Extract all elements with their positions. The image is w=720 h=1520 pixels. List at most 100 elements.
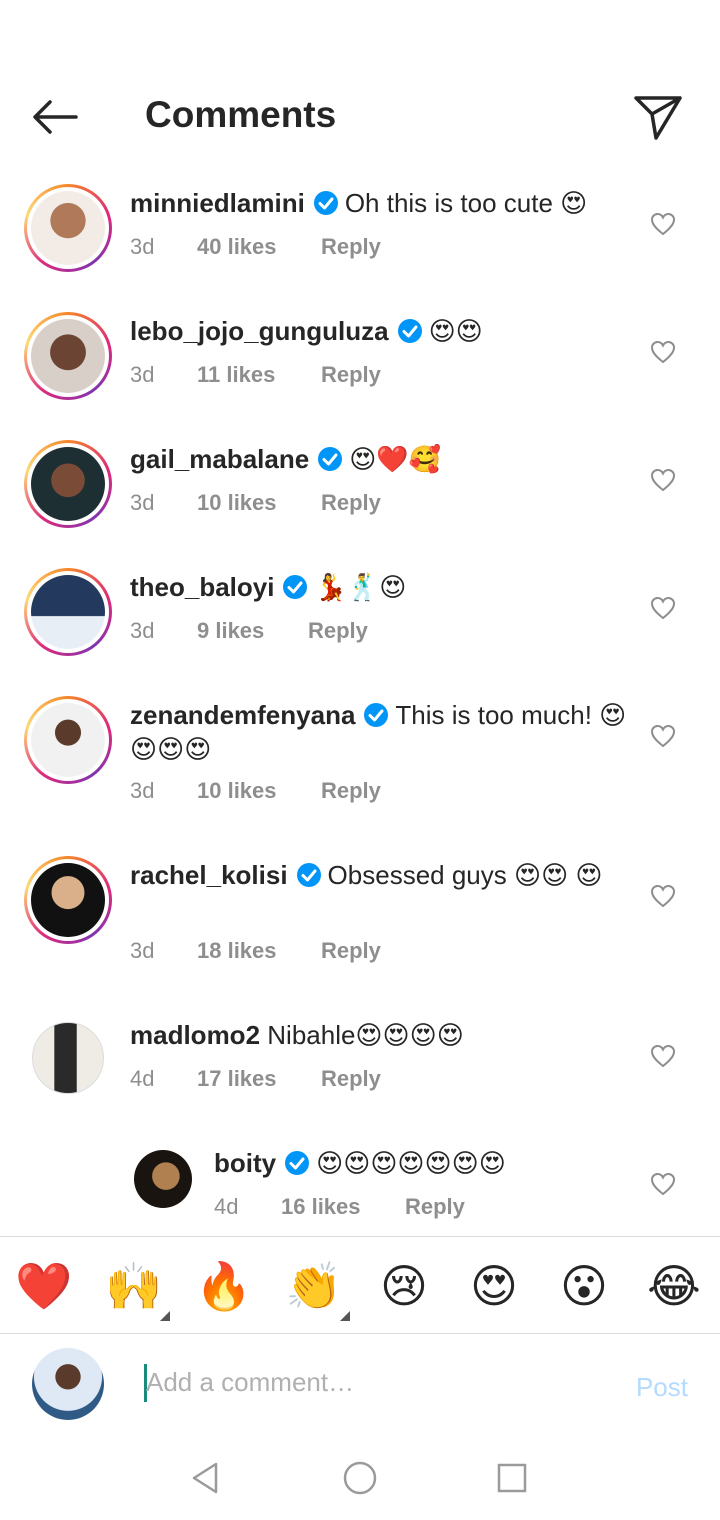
reaction-raised-hands[interactable]: 🙌 <box>104 1259 164 1313</box>
comment-age: 3d <box>130 362 155 387</box>
avatar[interactable] <box>24 696 112 784</box>
reply-button[interactable]: Reply <box>321 234 381 260</box>
heart-icon[interactable] <box>650 1172 676 1196</box>
heart-icon[interactable] <box>650 1044 676 1068</box>
avatar[interactable] <box>24 184 112 272</box>
comment-username[interactable]: theo_baloyi <box>130 572 274 602</box>
comment-username[interactable]: minniedlamini <box>130 188 305 218</box>
nav-recents-icon[interactable] <box>492 1458 532 1498</box>
comments-list: minniedlamini Oh this is too cute 😍 3d 40… <box>0 170 720 1258</box>
comment-meta: 3d 11 likes Reply <box>130 362 381 388</box>
reply-button[interactable]: Reply <box>405 1194 465 1220</box>
comment-username[interactable]: gail_mabalane <box>130 444 309 474</box>
comment-text: 😍😍 <box>428 316 483 346</box>
page-title: Comments <box>145 94 337 135</box>
reaction-clapping[interactable]: 👏 <box>284 1259 344 1313</box>
comment-likes[interactable]: 10 likes <box>197 778 321 804</box>
heart-icon[interactable] <box>650 468 676 492</box>
reply-button[interactable]: Reply <box>321 490 381 516</box>
comment-meta: 4d 16 likes Reply <box>214 1194 465 1220</box>
verified-badge-icon <box>296 863 321 887</box>
share-button[interactable] <box>632 92 684 142</box>
quick-reaction-bar: ❤️ 🙌 🔥 👏 😢 😍 😮 😂 <box>0 1236 720 1334</box>
verified-badge-icon <box>285 1151 310 1175</box>
comment-username[interactable]: boity <box>214 1148 276 1178</box>
post-button[interactable]: Post <box>636 1372 688 1403</box>
avatar[interactable] <box>24 312 112 400</box>
comment-item: lebo_jojo_gunguluza 😍😍 3d 11 likes Reply <box>0 298 720 426</box>
reaction-fire[interactable]: 🔥 <box>194 1259 254 1313</box>
arrow-left-icon <box>33 100 78 134</box>
current-user-avatar <box>32 1348 104 1420</box>
heart-icon[interactable] <box>650 724 676 748</box>
comment-meta: 3d 40 likes Reply <box>130 234 381 260</box>
avatar[interactable] <box>24 568 112 656</box>
reaction-surprised[interactable]: 😮 <box>554 1259 614 1313</box>
avatar[interactable] <box>24 856 112 944</box>
comment-item: theo_baloyi 💃🕺😍 3d 9 likes Reply <box>0 554 720 682</box>
comment-age: 3d <box>130 618 155 643</box>
avatar[interactable] <box>134 1150 192 1208</box>
comment-username[interactable]: lebo_jojo_gunguluza <box>130 316 389 346</box>
comment-age: 3d <box>130 938 155 963</box>
comment-likes[interactable]: 17 likes <box>197 1066 321 1092</box>
heart-icon[interactable] <box>650 340 676 364</box>
comment-likes[interactable]: 10 likes <box>197 490 321 516</box>
comment-item: rachel_kolisi Obsessed guys 😍😍 😍 3d 18 li… <box>0 842 720 1002</box>
header: Comments <box>0 0 720 170</box>
heart-icon[interactable] <box>650 212 676 236</box>
comment-text: 😍❤️🥰 <box>349 444 442 474</box>
nav-back-icon[interactable] <box>186 1458 226 1498</box>
heart-icon[interactable] <box>650 596 676 620</box>
verified-badge-icon <box>313 191 338 215</box>
comment-text: Obsessed guys 😍😍 😍 <box>327 860 603 890</box>
comment-text: Nibahle😍😍😍😍 <box>267 1020 464 1050</box>
reply-button[interactable]: Reply <box>308 618 368 644</box>
comment-username[interactable]: rachel_kolisi <box>130 860 288 890</box>
reaction-crying[interactable]: 😢 <box>374 1259 434 1313</box>
comment-age: 4d <box>130 1066 155 1091</box>
paper-plane-icon <box>634 96 682 140</box>
heart-icon[interactable] <box>650 884 676 908</box>
comment-meta: 3d 9 likes Reply <box>130 618 368 644</box>
reaction-laughing[interactable]: 😂 <box>644 1259 704 1313</box>
comment-age: 3d <box>130 778 155 803</box>
comment-age: 4d <box>214 1194 239 1219</box>
verified-badge-icon <box>364 703 389 727</box>
system-navigation-bar <box>0 1440 720 1520</box>
reply-button[interactable]: Reply <box>321 1066 381 1092</box>
verified-badge-icon <box>283 575 308 599</box>
back-button[interactable] <box>28 92 84 142</box>
reply-button[interactable]: Reply <box>321 938 381 964</box>
comment-input[interactable] <box>146 1360 586 1404</box>
comment-likes[interactable]: 18 likes <box>197 938 321 964</box>
comment-meta: 3d 10 likes Reply <box>130 778 381 804</box>
comment-item: madlomo2 Nibahle😍😍😍😍 4d 17 likes Reply <box>0 1002 720 1130</box>
verified-badge-icon <box>318 447 343 471</box>
reply-button[interactable]: Reply <box>321 778 381 804</box>
comment-age: 3d <box>130 234 155 259</box>
comment-meta: 3d 18 likes Reply <box>130 938 381 964</box>
comment-likes[interactable]: 40 likes <box>197 234 321 260</box>
comment-item: zenandemfenyana This is too much! 😍😍😍😍 3d… <box>0 682 720 842</box>
reaction-heart[interactable]: ❤️ <box>14 1259 74 1313</box>
comment-likes[interactable]: 9 likes <box>197 618 308 644</box>
avatar[interactable] <box>24 440 112 528</box>
comment-username[interactable]: madlomo2 <box>130 1020 260 1050</box>
skin-tone-indicator-icon <box>340 1311 350 1321</box>
comment-likes[interactable]: 16 likes <box>281 1194 405 1220</box>
comment-item: gail_mabalane 😍❤️🥰 3d 10 likes Reply <box>0 426 720 554</box>
comment-meta: 3d 10 likes Reply <box>130 490 381 516</box>
avatar[interactable] <box>32 1022 104 1094</box>
comment-text: 😍😍😍😍😍😍😍 <box>316 1148 506 1178</box>
comment-composer: Post <box>0 1334 720 1440</box>
comments-screen: Comments minniedlamini Oh this is too cut… <box>0 0 720 1520</box>
reply-button[interactable]: Reply <box>321 362 381 388</box>
nav-home-icon[interactable] <box>340 1458 380 1498</box>
comment-username[interactable]: zenandemfenyana <box>130 700 355 730</box>
comment-text: 💃🕺😍 <box>314 572 407 602</box>
verified-badge-icon <box>397 319 422 343</box>
reaction-heart-eyes[interactable]: 😍 <box>464 1259 524 1313</box>
comment-likes[interactable]: 11 likes <box>197 362 321 388</box>
comment-meta: 4d 17 likes Reply <box>130 1066 381 1092</box>
